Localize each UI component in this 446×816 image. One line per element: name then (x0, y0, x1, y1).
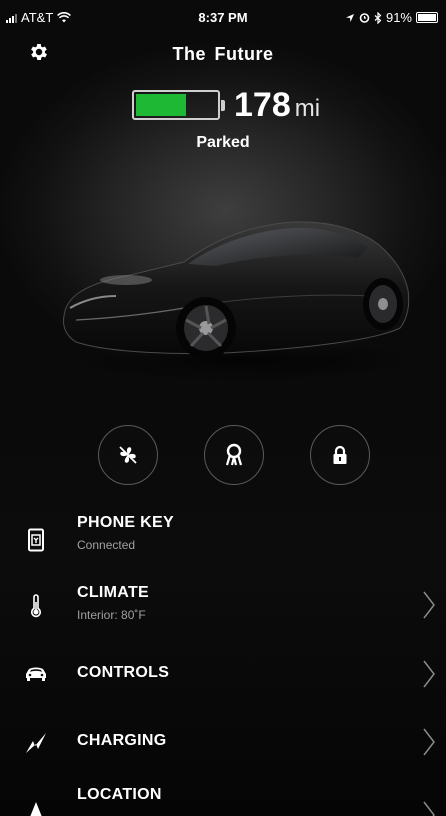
menu-row-controls[interactable]: CONTROLS (0, 646, 446, 702)
car-image (63, 221, 416, 382)
range-value: 178 (234, 85, 291, 124)
menu-title: CHARGING (77, 732, 167, 749)
battery-gauge-fill (136, 94, 186, 116)
battery-percent: 91% (385, 10, 412, 25)
lightning-icon (26, 733, 46, 753)
chevron-right-icon (423, 591, 435, 619)
menu-title: PHONE KEY (77, 514, 174, 531)
vehicle-state: Parked (196, 134, 250, 151)
menu-title: CONTROLS (77, 664, 170, 681)
chevron-right-icon (423, 801, 435, 816)
menu-subtitle: Interior: 80˚F (77, 608, 146, 622)
battery-gauge (132, 90, 225, 120)
lock-icon (333, 445, 347, 464)
vehicle-name: The Future (172, 44, 274, 64)
status-battery-icon (416, 12, 438, 23)
phone-key-button[interactable] (204, 425, 264, 485)
fan-icon (119, 446, 137, 464)
lock-button[interactable] (310, 425, 370, 485)
rear-wheel (363, 278, 403, 330)
location-arrow-icon (345, 13, 354, 22)
range-display: 178 mi (132, 85, 320, 125)
menu-title: LOCATION (77, 786, 162, 803)
front-wheel (176, 297, 236, 359)
phone-key-icon (28, 528, 44, 552)
menu-row-climate[interactable]: CLIMATE Interior: 80˚F (0, 578, 446, 634)
menu-subtitle: Connected (77, 538, 136, 552)
alarm-icon (359, 13, 370, 23)
bluetooth-icon (374, 11, 382, 24)
menu-row-phone-key[interactable]: PHONE KEY Connected (0, 510, 446, 566)
car-icon (26, 667, 46, 681)
location-icon (30, 802, 42, 816)
key-icon (225, 443, 243, 466)
menu-row-location[interactable]: LOCATION (0, 780, 446, 816)
chevron-right-icon (423, 660, 435, 688)
menu-row-charging[interactable]: CHARGING (0, 714, 446, 770)
app-screen: AT&T 8:37 PM 91% The Future 178 mi Parke… (0, 0, 446, 816)
climate-toggle-button[interactable] (98, 425, 158, 485)
status-bar: AT&T 8:37 PM 91% (0, 0, 446, 34)
range-unit: mi (294, 95, 321, 122)
chevron-right-icon (423, 728, 435, 756)
thermometer-icon (31, 594, 41, 618)
status-right: 91% (345, 10, 438, 25)
menu-title: CLIMATE (77, 584, 150, 601)
